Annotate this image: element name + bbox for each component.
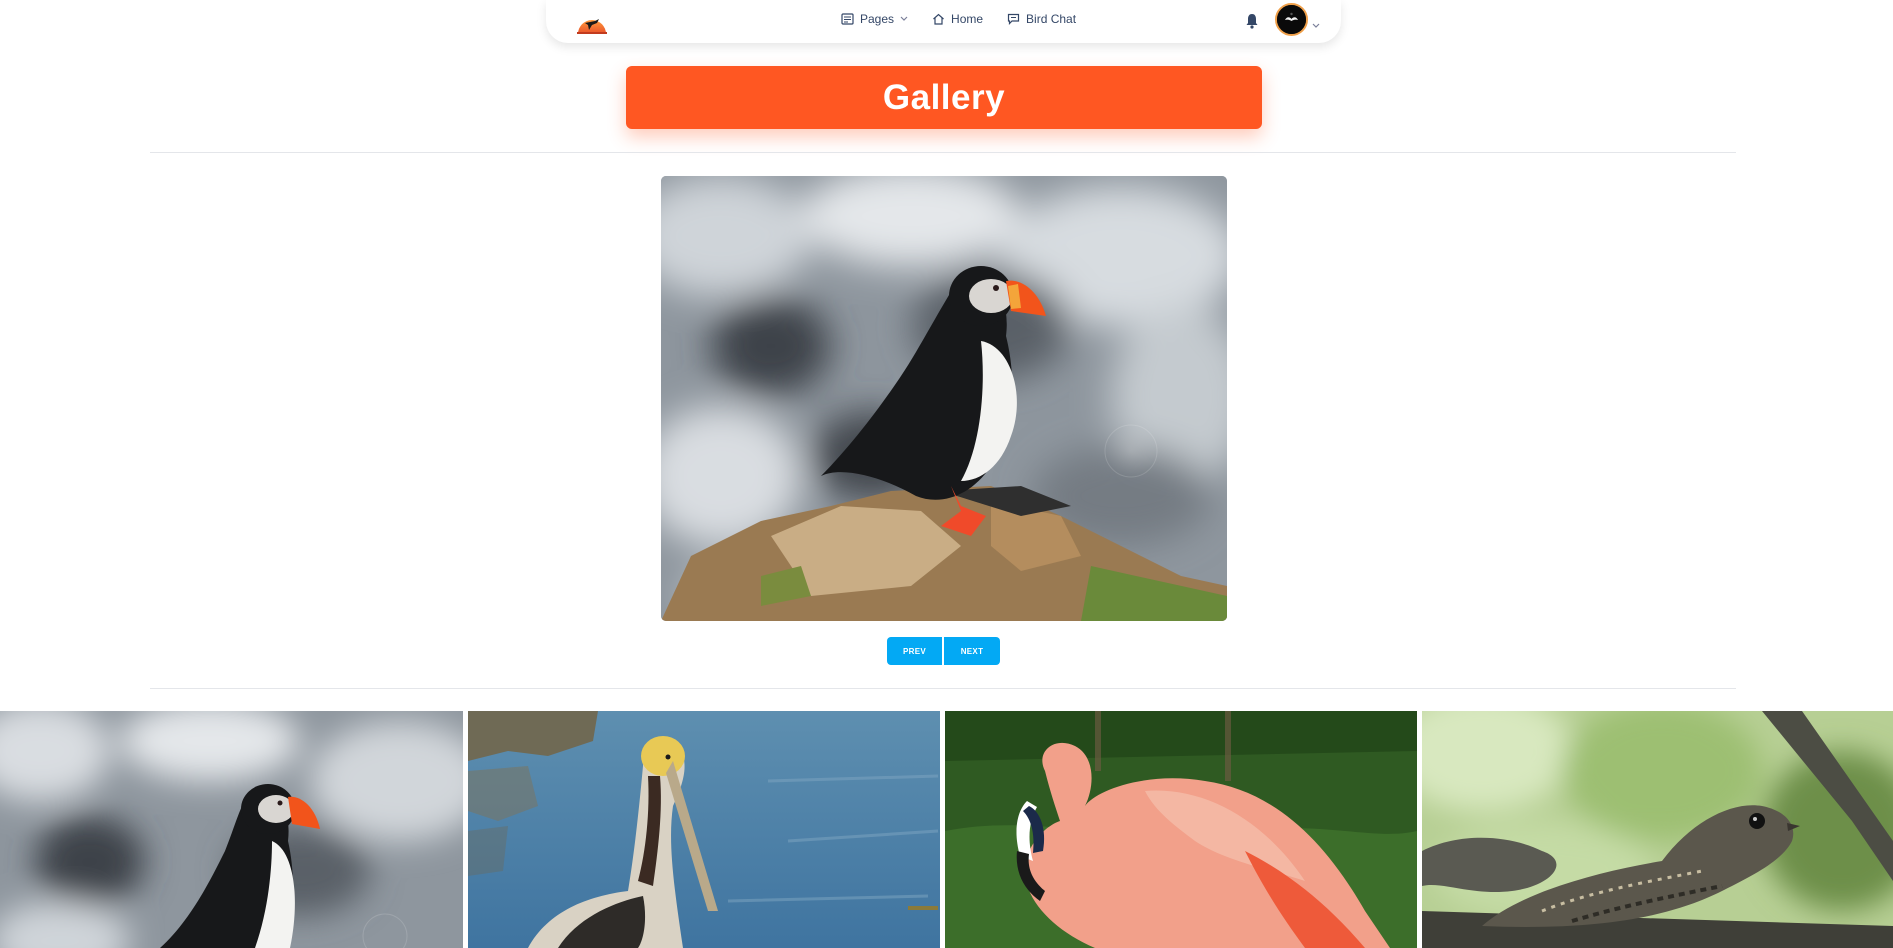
- page-title-banner: Gallery: [626, 66, 1262, 129]
- main-gallery-image: [661, 176, 1227, 621]
- thumbnail-flamingo[interactable]: [945, 711, 1417, 948]
- nav-bird-chat-label: Bird Chat: [1026, 12, 1077, 26]
- bell-icon[interactable]: [1245, 13, 1259, 29]
- bird-logo-icon[interactable]: [577, 10, 607, 34]
- thumbnail-nightjar[interactable]: [1422, 711, 1893, 948]
- page-title: Gallery: [882, 77, 1006, 117]
- bottom-divider: [150, 688, 1736, 689]
- top-divider: [150, 152, 1736, 153]
- nav-home-label: Home: [951, 12, 984, 26]
- chat-bubble-icon: [1007, 13, 1020, 25]
- user-avatar[interactable]: [1275, 3, 1308, 36]
- nav-home-link[interactable]: Home: [932, 12, 983, 26]
- thumbnail-puffin[interactable]: [0, 711, 463, 948]
- top-navbar: Pages Home Bird Chat: [546, 0, 1341, 43]
- pages-icon: [841, 13, 854, 25]
- nav-pages-label: Pages: [860, 12, 895, 26]
- prev-button[interactable]: PREV: [887, 637, 942, 665]
- nav-bird-chat-link[interactable]: Bird Chat: [1007, 12, 1076, 26]
- thumbnail-pelican[interactable]: [468, 711, 940, 948]
- home-icon: [933, 13, 944, 25]
- nav-links: Pages Home Bird Chat: [841, 12, 1076, 26]
- chevron-down-icon[interactable]: [1312, 16, 1320, 34]
- chevron-down-icon: [900, 16, 908, 21]
- next-button[interactable]: NEXT: [944, 637, 1000, 665]
- nav-pages-dropdown[interactable]: Pages: [841, 12, 908, 26]
